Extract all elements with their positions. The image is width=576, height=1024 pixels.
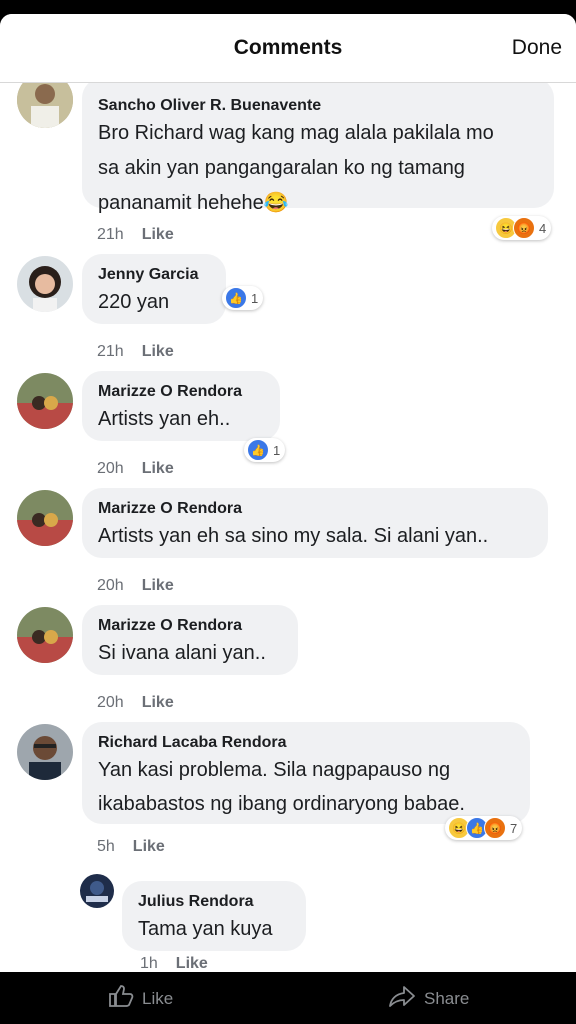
comment-text: Tama yan kuya (138, 918, 273, 940)
avatar[interactable] (17, 256, 73, 312)
comment-meta: 20h Like (97, 460, 174, 478)
thumbs-up-icon: 👍 (247, 439, 269, 461)
comment-meta: 20h Like (97, 694, 174, 712)
comment-meta: 5h Like (97, 838, 165, 856)
avatar[interactable] (17, 490, 73, 546)
comment-author[interactable]: Richard Lacaba Rendora (98, 733, 514, 753)
angry-icon: 😡 (484, 817, 506, 839)
comment-text: Bro Richard wag kang mag alala pakilala … (98, 122, 494, 214)
comment-meta: 20h Like (97, 577, 174, 595)
reaction-count: 1 (251, 290, 259, 306)
reactions-summary[interactable]: 👍 1 (222, 286, 264, 310)
avatar[interactable] (17, 607, 73, 663)
comment-bubble[interactable]: Marizze O Rendora Si ivana alani yan.. (82, 605, 298, 675)
comment-time: 1h (140, 955, 158, 972)
share-icon (388, 984, 424, 1013)
comment-time: 20h (97, 577, 124, 594)
reaction-count: 7 (510, 820, 518, 836)
comment-author[interactable]: Jenny Garcia (98, 265, 210, 285)
comment-meta: 1h Like (140, 955, 208, 972)
reactions-summary[interactable]: 😆 😡 4 (492, 216, 552, 240)
comment-text: Si ivana alani yan.. (98, 642, 266, 664)
angry-icon: 😡 (513, 217, 535, 239)
comments-panel: Comments Done Sancho Oliver R. Buenavent… (0, 14, 576, 972)
avatar[interactable] (17, 82, 73, 128)
comment-time: 20h (97, 694, 124, 711)
reactions-summary[interactable]: 👍 1 (244, 438, 286, 462)
like-button[interactable]: Like (142, 694, 174, 711)
thumbs-up-icon (108, 984, 142, 1013)
comment-time: 20h (97, 460, 124, 477)
reaction-count: 1 (273, 442, 281, 458)
reaction-count: 4 (539, 220, 547, 236)
comment-time: 5h (97, 838, 115, 855)
like-button[interactable]: Like (142, 577, 174, 594)
panel-pointer (279, 962, 299, 972)
like-button[interactable]: Like (133, 838, 165, 855)
comment-author[interactable]: Sancho Oliver R. Buenavente (98, 96, 538, 116)
comment-text: Yan kasi problema. Sila nagpapauso ng ik… (98, 759, 465, 815)
comment-meta: 21h Like (97, 343, 174, 361)
reactions-summary[interactable]: 😆 👍 😡 7 (445, 816, 523, 840)
like-button[interactable]: Like (142, 460, 174, 477)
comment-bubble[interactable]: Julius Rendora Tama yan kuya (122, 881, 306, 951)
done-button[interactable]: Done (512, 36, 562, 60)
comment-bubble[interactable]: Richard Lacaba Rendora Yan kasi problema… (82, 722, 530, 824)
comment-bubble[interactable]: Jenny Garcia 220 yan (82, 254, 226, 324)
comment-author[interactable]: Marizze O Rendora (98, 616, 282, 636)
comment-text: 220 yan (98, 291, 170, 313)
thumbs-up-icon: 👍 (225, 287, 247, 309)
comment-bubble[interactable]: Marizze O Rendora Artists yan eh sa sino… (82, 488, 548, 558)
bottom-like-button[interactable]: Like (108, 984, 173, 1013)
comment-text: Artists yan eh.. (98, 408, 231, 430)
comment-time: 21h (97, 343, 124, 360)
comment-bubble[interactable]: Sancho Oliver R. Buenavente Bro Richard … (82, 82, 554, 214)
comment-list[interactable]: Sancho Oliver R. Buenavente Bro Richard … (0, 82, 576, 972)
like-button[interactable]: Like (142, 343, 174, 360)
comment-bubble[interactable]: Marizze O Rendora Artists yan eh.. (82, 371, 280, 441)
bottom-share-button[interactable]: Share (388, 984, 469, 1013)
comment-author[interactable]: Julius Rendora (138, 892, 290, 912)
comments-header: Comments Done (0, 14, 576, 83)
bottom-share-label: Share (424, 988, 470, 1008)
like-button[interactable]: Like (176, 955, 208, 972)
comment-meta: 21h Like (97, 226, 174, 244)
bottom-action-bar: Like Share (0, 962, 576, 1024)
page-title: Comments (233, 36, 343, 59)
avatar[interactable] (17, 373, 73, 429)
comment-author[interactable]: Marizze O Rendora (98, 382, 264, 402)
comment-text: Artists yan eh sa sino my sala. Si alani… (98, 525, 489, 547)
avatar[interactable] (17, 724, 73, 780)
bottom-like-label: Like (142, 988, 174, 1008)
comment-time: 21h (97, 226, 124, 243)
avatar[interactable] (80, 874, 114, 908)
comment-author[interactable]: Marizze O Rendora (98, 499, 532, 519)
like-button[interactable]: Like (142, 226, 174, 243)
